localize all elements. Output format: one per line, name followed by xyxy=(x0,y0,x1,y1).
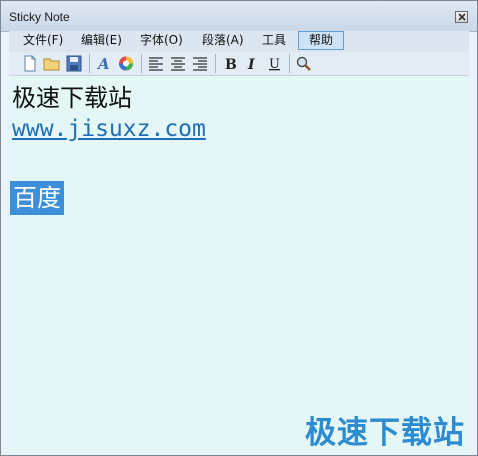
align-left-icon[interactable] xyxy=(147,55,165,72)
underline-icon[interactable]: U xyxy=(265,55,283,72)
note-text-line: 极速下载站 xyxy=(12,84,132,112)
color-wheel-icon[interactable] xyxy=(117,55,135,72)
title-bar[interactable]: Sticky Note xyxy=(1,1,477,32)
toolbar-separator xyxy=(215,54,216,73)
menu-font[interactable]: 字体(O) xyxy=(136,31,187,50)
note-editor[interactable]: 极速下载站 www.jisuxz.com 百度 极速下载站 xyxy=(9,76,469,454)
close-icon xyxy=(458,13,466,21)
save-icon[interactable] xyxy=(65,55,83,72)
menu-help[interactable]: 帮助 xyxy=(298,31,344,50)
font-icon[interactable]: A xyxy=(95,55,113,72)
menu-bar: 文件(F) 编辑(E) 字体(O) 段落(A) 工具 帮助 xyxy=(9,31,469,52)
svg-text:A: A xyxy=(96,55,110,72)
align-center-icon[interactable] xyxy=(169,55,187,72)
sticky-note-window: Sticky Note 文件(F) 编辑(E) 字体(O) 段落(A) 工具 帮… xyxy=(0,0,478,456)
svg-text:U: U xyxy=(269,57,280,72)
align-right-icon[interactable] xyxy=(191,55,209,72)
new-document-icon[interactable] xyxy=(21,55,39,72)
toolbar-separator xyxy=(89,54,90,73)
window-title: Sticky Note xyxy=(9,10,70,24)
menu-file[interactable]: 文件(F) xyxy=(19,31,67,50)
italic-icon[interactable]: I xyxy=(243,55,261,72)
bold-icon[interactable]: B xyxy=(221,55,239,72)
toolbar: A B I U xyxy=(9,52,469,76)
toolbar-separator xyxy=(289,54,290,73)
find-icon[interactable] xyxy=(295,55,313,72)
close-button[interactable] xyxy=(455,11,468,23)
menu-edit[interactable]: 编辑(E) xyxy=(77,31,126,50)
toolbar-separator xyxy=(141,54,142,73)
selected-text: 百度 xyxy=(10,181,64,215)
note-link[interactable]: www.jisuxz.com xyxy=(12,116,206,142)
menu-tools[interactable]: 工具 xyxy=(258,31,290,50)
svg-text:I: I xyxy=(247,57,255,72)
svg-text:B: B xyxy=(225,57,237,72)
open-folder-icon[interactable] xyxy=(43,55,61,72)
menu-paragraph[interactable]: 段落(A) xyxy=(198,31,248,50)
watermark-logo: 极速下载站 xyxy=(305,415,465,451)
